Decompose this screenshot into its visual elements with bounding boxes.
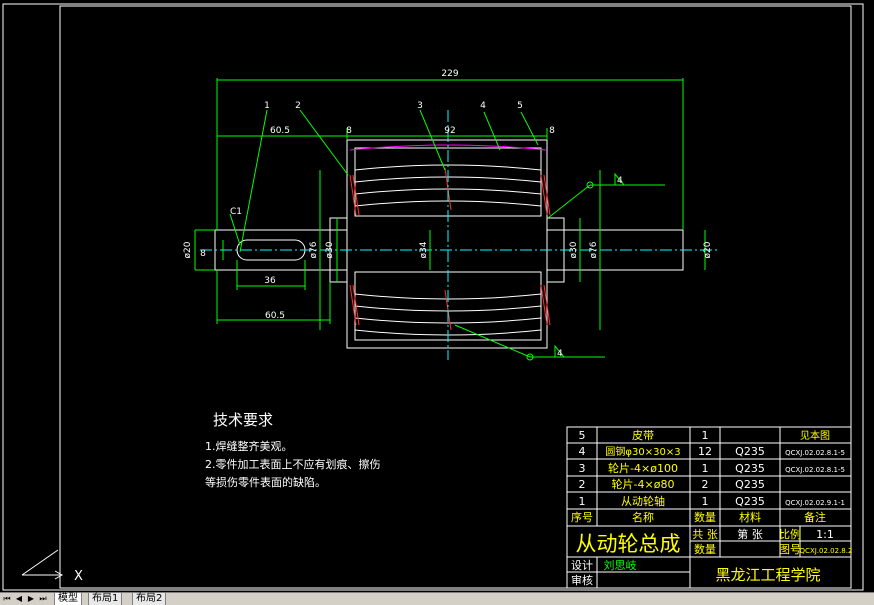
dim-hub-right: 8 xyxy=(549,126,555,136)
label-bili: 比例 xyxy=(779,527,801,541)
dim-left-seg: 60.5 xyxy=(270,126,290,136)
dim-key-w: 8 xyxy=(200,249,206,259)
label-tuhao: 图号 xyxy=(779,543,801,556)
ucs-x-label: X xyxy=(74,569,83,584)
bom-row-3-ref: QCXJ.02.02.8.1-5 xyxy=(785,466,845,474)
tech-req-line-3: 等损伤零件表面的缺陷。 xyxy=(205,476,326,489)
bom-row-4-no: 2 xyxy=(579,478,586,491)
bom-row-5-ref: QCXJ.02.02.9.1-1 xyxy=(785,499,845,507)
bom-row-3-qty: 1 xyxy=(702,462,709,475)
bom-row-2-qty: 12 xyxy=(698,445,712,458)
balloon-5: 5 xyxy=(517,101,523,111)
bom-row-1-ref: 见本图 xyxy=(800,429,830,442)
header-material: 材料 xyxy=(739,510,761,524)
bom-row-1-qty: 1 xyxy=(702,429,709,442)
label-sheji: 设计 xyxy=(571,559,593,572)
dim-d20-left: ø20 xyxy=(183,241,193,258)
header-name: 名称 xyxy=(632,510,654,524)
dim-left-seg-bottom: 60.5 xyxy=(265,311,285,321)
school-name: 黑龙江工程学院 xyxy=(715,566,820,584)
label-shuliang: 数量 xyxy=(694,543,716,556)
bom-row-2-ref: QCXJ.02.02.8.1-5 xyxy=(785,449,845,457)
dim-d34: ø34 xyxy=(419,241,429,258)
label-gong: 共 张 xyxy=(692,528,718,541)
dim-hub-left: 8 xyxy=(346,126,352,136)
layout-tab-bar: ⏮ ◀ ▶ ⏭ 模型 布局1 布局2 xyxy=(0,592,874,605)
bom-row-4-name: 轮片-4×ø80 xyxy=(612,477,675,491)
bom-row-5-mat: Q235 xyxy=(735,495,765,508)
header-qty: 数量 xyxy=(694,511,716,524)
drawing-title: 从动轮总成 xyxy=(576,532,681,556)
dim-overall: 229 xyxy=(441,69,458,79)
dim-d76-right: ø76 xyxy=(589,241,599,258)
ucs-icon xyxy=(21,549,64,580)
drawing-number: QCXJ.02.02.8.2 xyxy=(800,547,853,555)
balloon-4: 4 xyxy=(480,101,486,111)
bom-row-2-no: 4 xyxy=(579,445,586,458)
weld-label-top: 4 xyxy=(617,176,623,186)
bom-row-5-qty: 1 xyxy=(702,495,709,508)
tech-req-line-1: 1.焊缝整齐美观。 xyxy=(205,440,293,453)
balloon-2: 2 xyxy=(295,101,301,111)
bom-row-4-mat: Q235 xyxy=(735,478,765,491)
designer-name: 刘思岐 xyxy=(604,559,637,572)
outer-frame xyxy=(2,3,864,591)
dim-d30-left: ø30 xyxy=(325,241,335,258)
dim-key-len: 36 xyxy=(264,276,276,286)
dim-d20-right: ø20 xyxy=(703,241,713,258)
bom-row-1-no: 5 xyxy=(579,429,586,442)
tab-prev-icon[interactable]: ◀ xyxy=(14,593,24,605)
balloon-1: 1 xyxy=(264,101,270,111)
bom-row-1-name: 皮带 xyxy=(632,429,654,442)
dim-d30-right: ø30 xyxy=(569,241,579,258)
inner-frame xyxy=(59,5,852,589)
bom-row-3-mat: Q235 xyxy=(735,462,765,475)
header-note: 备注 xyxy=(804,510,826,524)
bom-row-3-no: 3 xyxy=(579,462,586,475)
scale-value: 1:1 xyxy=(816,528,834,541)
bom-row-2-mat: Q235 xyxy=(735,445,765,458)
label-shenhe: 审核 xyxy=(571,573,593,587)
bom-row-2-name: 圆钢φ30×30×3 xyxy=(605,445,680,458)
tech-req-line-2: 2.零件加工表面上不应有划痕、擦伤 xyxy=(205,458,381,471)
bom-row-3-name: 轮片-4×ø100 xyxy=(608,461,678,475)
label-di: 第 张 xyxy=(737,527,763,541)
dim-d76-left: ø76 xyxy=(309,241,319,258)
dim-chamfer: C1 xyxy=(230,207,242,217)
tech-req-title: 技术要求 xyxy=(213,411,274,429)
belt-outline xyxy=(346,139,548,349)
tab-layout1[interactable]: 布局1 xyxy=(88,593,123,605)
drawing-canvas[interactable]: 229 60.5 8 92 8 36 60.5 8 C1 ø20 ø76 ø30… xyxy=(0,0,874,592)
bom-row-5-name: 从动轮轴 xyxy=(621,494,665,508)
balloon-3: 3 xyxy=(417,101,423,111)
bom-row-4-qty: 2 xyxy=(702,478,709,491)
tab-last-icon[interactable]: ⏭ xyxy=(38,593,48,605)
tab-model[interactable]: 模型 xyxy=(54,593,82,605)
dim-center: 92 xyxy=(444,126,455,136)
tab-first-icon[interactable]: ⏮ xyxy=(2,593,12,605)
tab-layout2[interactable]: 布局2 xyxy=(132,593,167,605)
bom-row-5-no: 1 xyxy=(579,495,586,508)
tab-next-icon[interactable]: ▶ xyxy=(26,593,36,605)
header-no: 序号 xyxy=(571,510,593,524)
weld-label-bottom: 4 xyxy=(557,349,563,359)
